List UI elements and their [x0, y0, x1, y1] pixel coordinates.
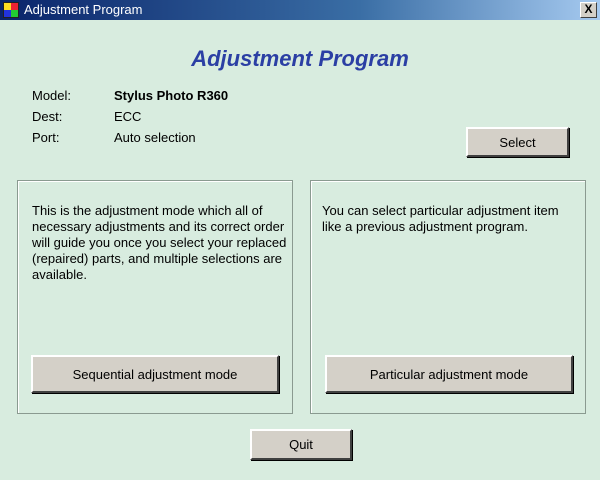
page-title: Adjustment Program — [191, 46, 409, 71]
sequential-mode-description: This is the adjustment mode which all of… — [32, 203, 287, 282]
close-icon[interactable]: X — [580, 2, 597, 18]
select-button[interactable]: Select — [466, 127, 569, 157]
dest-label: Dest: — [32, 109, 63, 124]
dest-value: ECC — [114, 109, 142, 124]
sequential-adjustment-mode-button[interactable]: Sequential adjustment mode — [31, 355, 279, 393]
model-value: Stylus Photo R360 — [114, 88, 229, 103]
port-value: Auto selection — [114, 130, 196, 145]
main-window: Adjustment Program Model: Stylus Photo R… — [0, 20, 600, 480]
title-bar: Adjustment Program X — [0, 0, 600, 20]
model-label: Model: — [32, 88, 72, 103]
particular-adjustment-mode-button[interactable]: Particular adjustment mode — [325, 355, 573, 393]
window-title: Adjustment Program — [24, 2, 143, 17]
app-icon — [3, 2, 19, 18]
quit-button[interactable]: Quit — [250, 429, 352, 460]
port-label: Port: — [32, 130, 60, 145]
particular-mode-description: You can select particular adjustment ite… — [322, 203, 559, 234]
